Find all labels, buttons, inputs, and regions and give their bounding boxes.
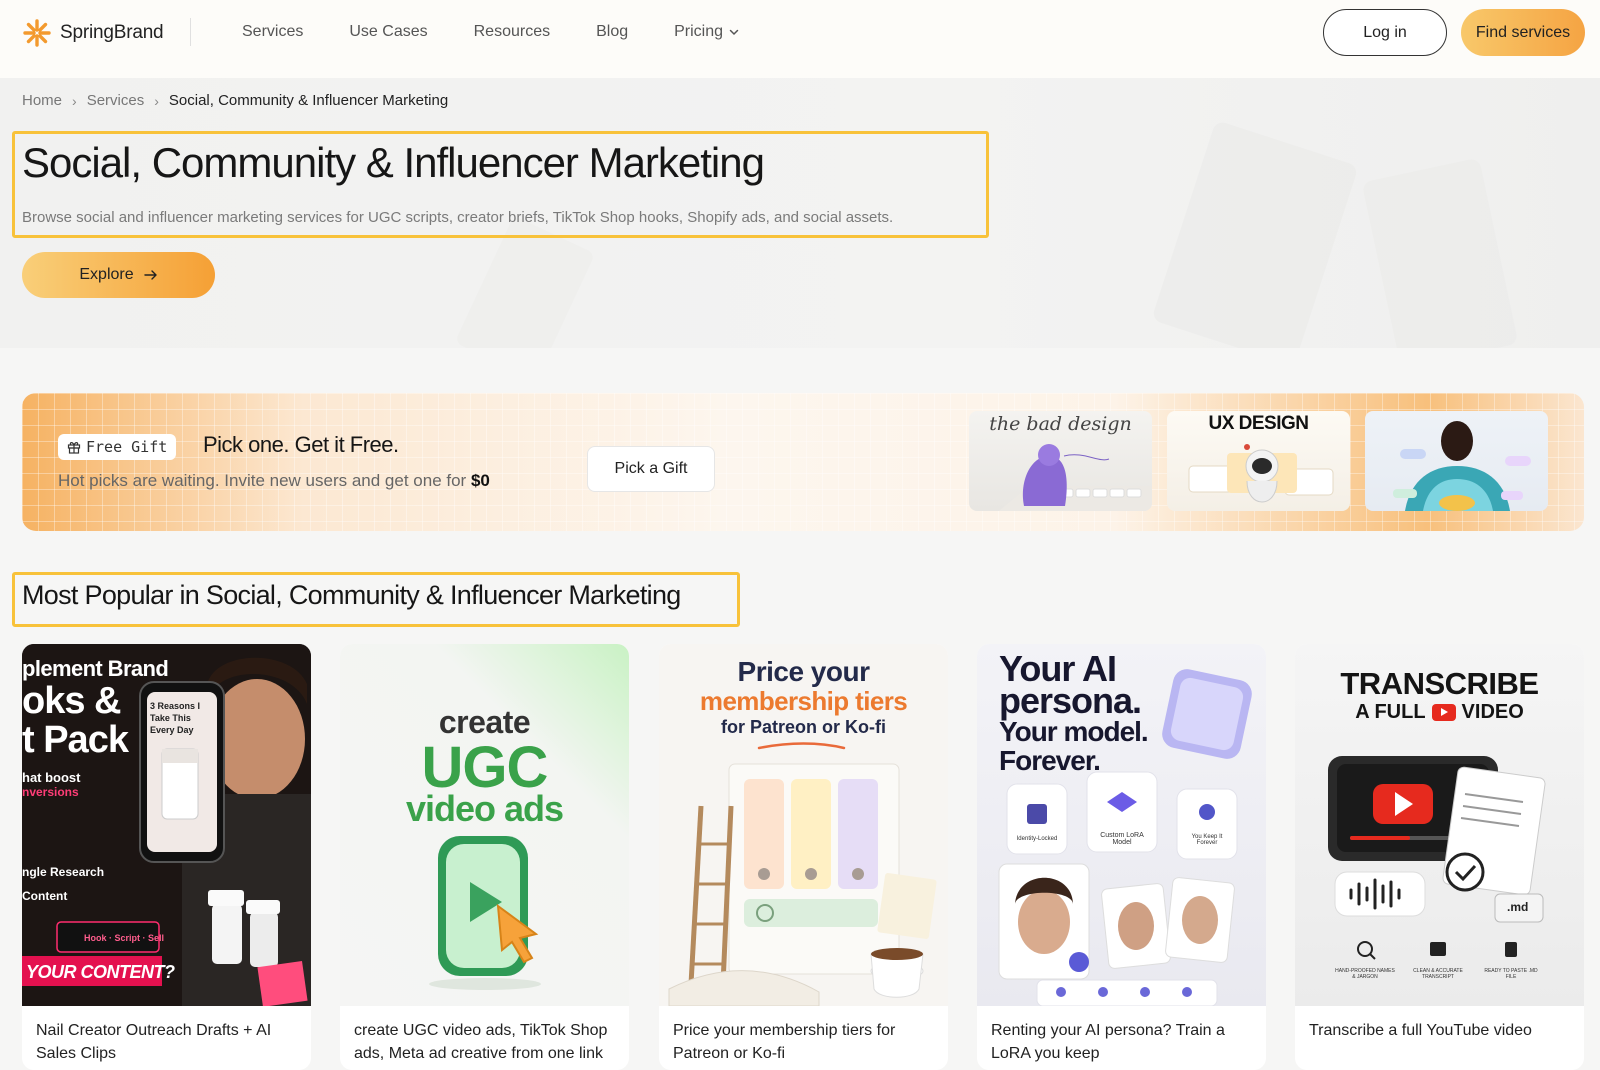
breadcrumb: Home › Services › Social, Community & In… xyxy=(22,92,448,109)
service-card-title: Price your membership tiers for Patreon … xyxy=(673,1022,896,1062)
service-card-image: create UGC video ads xyxy=(340,644,629,1006)
brand-name: SpringBrand xyxy=(60,22,164,43)
card-image-phone-text: 3 Reasons I Take This Every Day xyxy=(150,701,201,735)
card-image-feature: HAND-PROOFED NAMES & JARGON xyxy=(1335,968,1395,980)
card-image-feature: READY TO PASTE .MD FILE xyxy=(1484,968,1538,980)
free-gift-badge-label: Free Gift xyxy=(86,438,168,456)
section-title: Most Popular in Social, Community & Infl… xyxy=(22,580,681,610)
service-card-title: create UGC video ads, TikTok Shop ads, M… xyxy=(354,1022,608,1062)
service-card-image: plement Brand oks & t Pack hat boost nve… xyxy=(22,644,311,1006)
gift-title: Pick one. Get it Free. xyxy=(203,432,399,457)
card-image-line: persona. xyxy=(999,680,1142,721)
card-image-badge: Identity-Locked xyxy=(1016,836,1058,842)
card-image-md-label: .md xyxy=(1507,900,1529,914)
service-card[interactable]: create UGC video ads create UGC video ad… xyxy=(340,644,629,1070)
free-gift-badge: Free Gift xyxy=(58,434,177,460)
card-image-line: ngle Research xyxy=(22,865,105,879)
service-card[interactable]: Your AI persona. Your model. Forever. Id… xyxy=(977,644,1266,1070)
thumbnail-label: UX DESIGN xyxy=(1208,413,1309,434)
breadcrumb-home[interactable]: Home xyxy=(22,92,62,109)
gift-thumbnail[interactable]: the bad design xyxy=(969,411,1152,511)
card-image-badge: Custom LoRA Model xyxy=(1100,832,1144,846)
card-image-line: nversions xyxy=(22,785,79,799)
nav-blog[interactable]: Blog xyxy=(596,20,628,44)
explore-label: Explore xyxy=(79,266,134,283)
card-image-line: TRANSCRIBE xyxy=(1340,666,1539,701)
card-image-line: Price your xyxy=(737,656,870,687)
page-subtitle: Browse social and influencer marketing s… xyxy=(22,209,894,226)
nav-use-cases[interactable]: Use Cases xyxy=(349,20,427,44)
card-image-line: VIDEO xyxy=(1461,701,1524,723)
brand-logo[interactable]: SpringBrand xyxy=(22,18,164,48)
thumbnail-label: the bad design xyxy=(989,413,1132,435)
nav-resources[interactable]: Resources xyxy=(474,20,550,44)
page-title: Social, Community & Influencer Marketing xyxy=(22,139,765,186)
service-card[interactable]: plement Brand oks & t Pack hat boost nve… xyxy=(22,644,311,1070)
hero-section: Home › Services › Social, Community & In… xyxy=(0,78,1600,348)
card-image-line: for Patreon or Ko-fi xyxy=(721,717,886,737)
card-image-text: Your AI persona. Your model. Forever. xyxy=(999,651,1149,776)
card-image-feature: CLEAN & ACCURATE TRANSCRIPT xyxy=(1413,968,1463,980)
nav-services[interactable]: Services xyxy=(242,20,303,44)
card-image-line-2: A FULL VIDEO xyxy=(1295,701,1584,724)
card-image-line: oks & xyxy=(22,680,121,722)
chevron-right-icon: › xyxy=(154,92,159,109)
gift-icon xyxy=(67,442,81,454)
card-image-line: video ads xyxy=(405,788,564,829)
card-image-line: Forever. xyxy=(999,745,1101,776)
sunburst-logo-icon xyxy=(23,19,51,47)
gift-thumbnail[interactable] xyxy=(1365,411,1548,511)
chevron-right-icon: › xyxy=(72,92,77,109)
service-card-image: Price your membership tiers for Patreon … xyxy=(659,644,948,1006)
nav-pricing[interactable]: Pricing xyxy=(674,20,739,44)
nav-pricing-label: Pricing xyxy=(674,23,724,40)
card-image-line: t Pack xyxy=(22,719,129,761)
card-image-line: membership tiers xyxy=(699,686,908,716)
service-card[interactable]: TRANSCRIBE A FULL VIDEO .md HAND-PROOFED… xyxy=(1295,644,1584,1070)
explore-button[interactable]: Explore xyxy=(22,252,215,298)
service-card-title: Transcribe a full YouTube video xyxy=(1309,1022,1532,1039)
arrow-right-icon xyxy=(143,270,157,280)
chevron-down-icon xyxy=(729,29,739,36)
youtube-icon xyxy=(1431,704,1456,721)
card-image-line: Your model. xyxy=(999,716,1149,747)
pick-a-gift-button[interactable]: Pick a Gift xyxy=(587,446,715,492)
main-nav: Services Use Cases Resources Blog Pricin… xyxy=(242,20,785,44)
card-image-line: hat boost xyxy=(22,770,81,785)
card-image-badge: You Keep It Forever xyxy=(1191,834,1223,846)
card-image-banner: YOUR CONTENT? xyxy=(26,962,175,982)
service-card-title: Nail Creator Outreach Drafts + AI Sales … xyxy=(36,1022,272,1062)
service-card[interactable]: Price your membership tiers for Patreon … xyxy=(659,644,948,1070)
card-image-line: A FULL xyxy=(1355,701,1426,723)
top-navbar: SpringBrand Services Use Cases Resources… xyxy=(0,0,1600,78)
breadcrumb-services[interactable]: Services xyxy=(87,92,145,109)
card-image-chip: Hook · Script · Sell xyxy=(84,933,165,943)
login-button[interactable]: Log in xyxy=(1323,9,1447,56)
breadcrumb-current: Social, Community & Influencer Marketing xyxy=(168,92,449,109)
card-image-line: plement Brand xyxy=(22,656,169,681)
gift-subtitle: Hot picks are waiting. Invite new users … xyxy=(58,471,490,491)
free-gift-banner: Free Gift Pick one. Get it Free. Hot pic… xyxy=(22,393,1584,531)
header-divider xyxy=(190,18,191,46)
service-card-title: Renting your AI persona? Train a LoRA yo… xyxy=(991,1022,1225,1062)
card-image-line: Content xyxy=(22,889,68,903)
gift-subtitle-text: Hot picks are waiting. Invite new users … xyxy=(58,471,467,490)
find-services-button[interactable]: Find services xyxy=(1461,9,1585,56)
card-image-text: plement Brand oks & t Pack hat boost nve… xyxy=(22,656,169,903)
gift-price: $0 xyxy=(470,471,490,490)
service-card-image: TRANSCRIBE A FULL VIDEO .md HAND-PROOFED… xyxy=(1295,644,1584,1006)
person-portrait-icon xyxy=(1393,421,1531,511)
service-card-image: Your AI persona. Your model. Forever. Id… xyxy=(977,644,1266,1006)
gift-thumbnail[interactable]: UX DESIGN xyxy=(1167,411,1350,511)
